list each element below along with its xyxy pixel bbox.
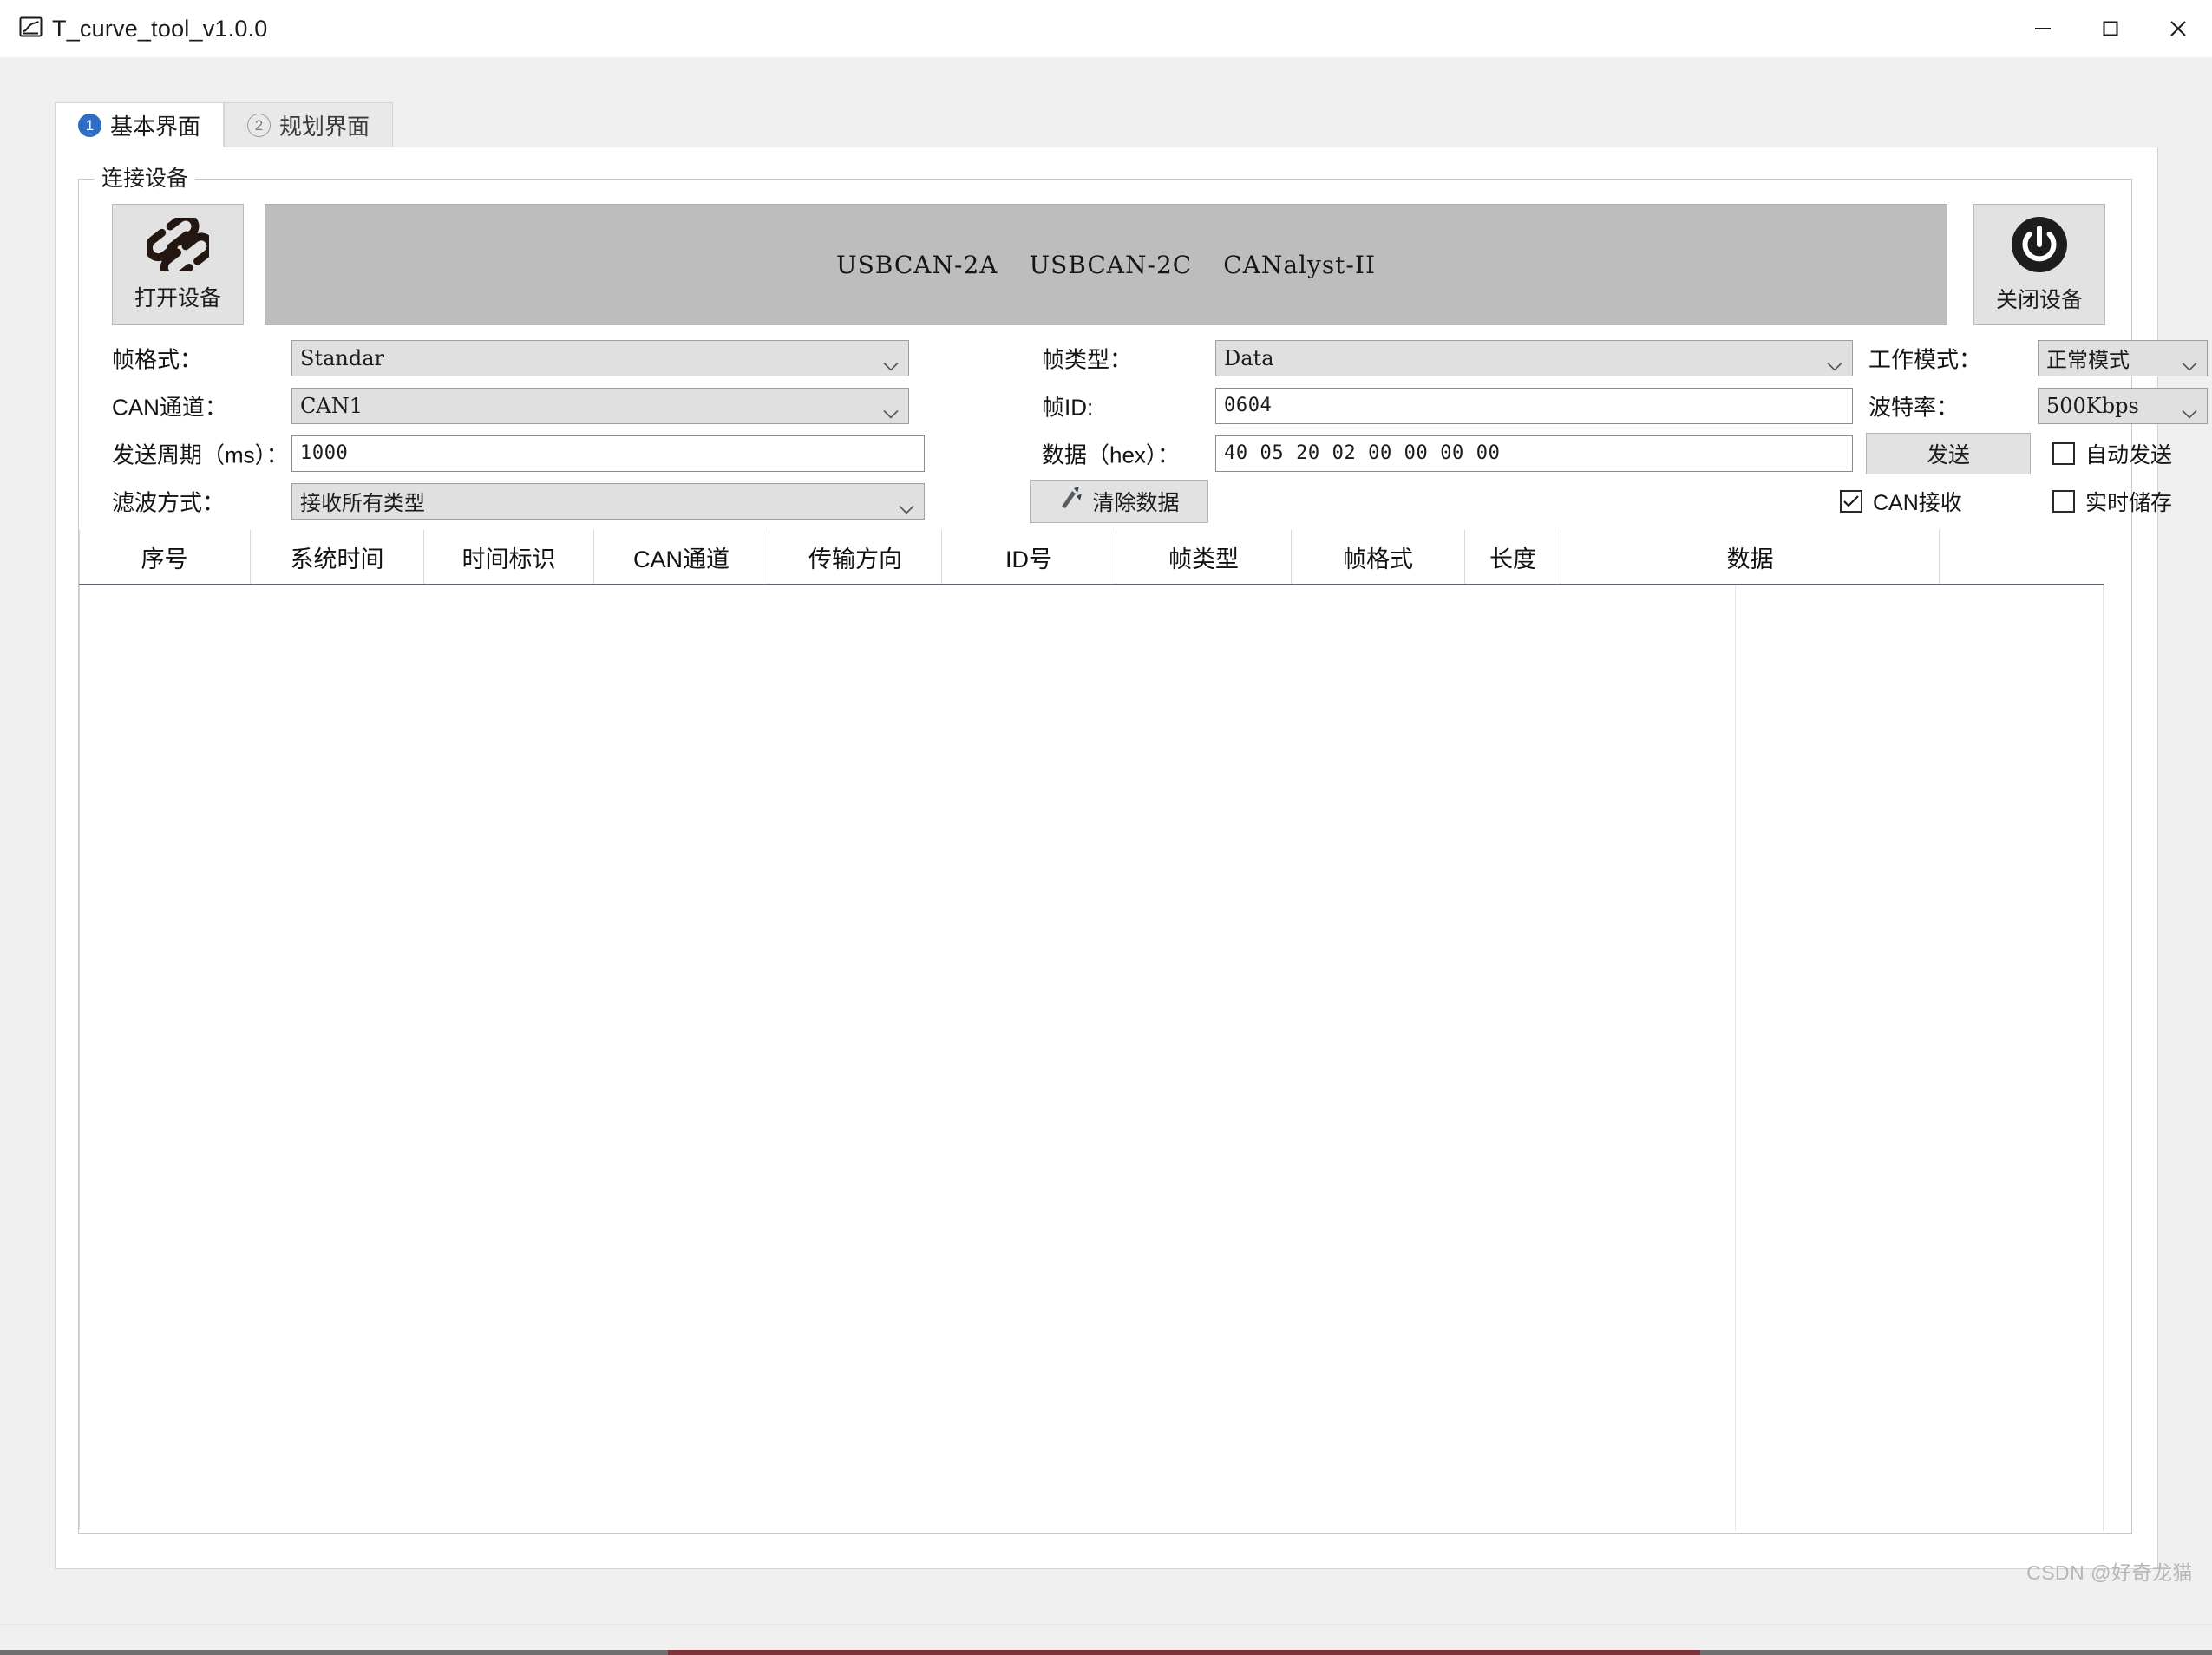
auto-send-label: 自动发送 bbox=[2085, 442, 2173, 468]
baud-rate-value: 500Kbps bbox=[2046, 393, 2139, 418]
table-header-row: 序号 系统时间 时间标识 CAN通道 传输方向 ID号 帧类型 帧格式 长度 数… bbox=[79, 530, 2104, 585]
device-model-2: CANalyst-II bbox=[1223, 250, 1377, 279]
tab-content-panel: 连接设备 打开设备 USBCAN-2A USBCAN-2C CANalyst-I… bbox=[55, 147, 2208, 1569]
frame-type-select[interactable]: Data bbox=[1215, 339, 1853, 376]
work-mode-select[interactable]: 正常模式 bbox=[2038, 339, 2208, 376]
work-mode-label: 工作模式： bbox=[1868, 346, 1982, 372]
frame-type-value: Data bbox=[1224, 345, 1274, 370]
baud-rate-label: 波特率： bbox=[1868, 394, 1960, 420]
table-header-timestamp[interactable]: 时间标识 bbox=[424, 530, 594, 584]
data-hex-value: 40 05 20 02 00 00 00 00 bbox=[1224, 442, 1501, 464]
form-row-2: CAN通道： CAN1 帧ID: 0604 波特率： 500Kbps bbox=[79, 382, 2208, 429]
realtime-save-checkbox[interactable]: 实时储存 bbox=[2052, 486, 2172, 517]
device-model-1: USBCAN-2C bbox=[1029, 250, 1193, 279]
chart-curve-icon bbox=[19, 16, 45, 41]
clear-data-label: 清除数据 bbox=[1092, 490, 1180, 515]
filter-mode-value: 接收所有类型 bbox=[300, 492, 425, 515]
frame-format-select[interactable]: Standar bbox=[291, 339, 909, 376]
title-bar: T_curve_tool_v1.0.0 bbox=[0, 0, 2212, 57]
title-bar-left: T_curve_tool_v1.0.0 bbox=[19, 16, 267, 43]
tab-badge-2: 2 bbox=[247, 114, 272, 137]
table-header-data[interactable]: 数据 bbox=[1561, 530, 1940, 584]
close-device-label: 关闭设备 bbox=[1995, 287, 2083, 312]
tab-badge-1: 1 bbox=[78, 114, 101, 137]
clear-data-button[interactable]: 清除数据 bbox=[1030, 479, 1208, 523]
send-button[interactable]: 发送 bbox=[1866, 432, 2031, 474]
can-receive-checkbox-box bbox=[1840, 489, 1862, 513]
configuration-form: 帧格式： Standar 帧类型： Data 工作模式： 正常模式 CAN通道：… bbox=[79, 334, 2208, 525]
chevron-down-icon bbox=[883, 353, 899, 371]
frame-format-value: Standar bbox=[300, 345, 384, 370]
device-model-banner: USBCAN-2A USBCAN-2C CANalyst-II bbox=[265, 204, 1947, 325]
frame-id-input[interactable]: 0604 bbox=[1215, 387, 1853, 424]
broom-icon bbox=[1058, 486, 1084, 516]
tab-planning-interface[interactable]: 2 规划界面 bbox=[224, 102, 394, 147]
can-receive-label: CAN接收 bbox=[1873, 490, 1962, 515]
filter-mode-select[interactable]: 接收所有类型 bbox=[291, 482, 925, 520]
close-device-button[interactable]: 关闭设备 bbox=[1973, 204, 2105, 325]
filter-mode-label: 滤波方式： bbox=[112, 489, 226, 515]
table-header-length[interactable]: 长度 bbox=[1465, 530, 1561, 584]
tab-basic-interface[interactable]: 1 基本界面 bbox=[55, 102, 225, 147]
chevron-down-icon bbox=[1827, 353, 1842, 371]
send-period-value: 1000 bbox=[300, 442, 349, 464]
can-receive-checkbox[interactable]: CAN接收 bbox=[1840, 486, 1962, 517]
send-period-label: 发送周期（ms）： bbox=[112, 442, 289, 468]
frame-id-value: 0604 bbox=[1224, 395, 1273, 416]
frame-format-label: 帧格式： bbox=[112, 346, 203, 372]
window-title: T_curve_tool_v1.0.0 bbox=[52, 15, 268, 42]
device-model-0: USBCAN-2A bbox=[835, 250, 998, 279]
connect-device-group: 连接设备 打开设备 USBCAN-2A USBCAN-2C CANalyst-I… bbox=[78, 161, 2208, 1534]
link-chain-icon bbox=[144, 213, 215, 281]
tab-label-basic: 基本界面 bbox=[110, 114, 201, 140]
can-channel-select[interactable]: CAN1 bbox=[291, 387, 909, 424]
realtime-save-checkbox-box bbox=[2052, 489, 2075, 513]
chevron-down-icon bbox=[2182, 401, 2197, 419]
open-device-label: 打开设备 bbox=[134, 285, 221, 311]
power-icon bbox=[2011, 216, 2068, 278]
tab-strip: 1 基本界面 2 规划界面 bbox=[55, 102, 394, 147]
auto-send-checkbox[interactable]: 自动发送 bbox=[2052, 438, 2172, 469]
chevron-down-icon bbox=[899, 496, 914, 514]
frame-id-label: 帧ID: bbox=[1042, 394, 1094, 420]
data-hex-label: 数据（hex）： bbox=[1042, 442, 1180, 468]
bottom-accent-bar bbox=[668, 1650, 1700, 1655]
frame-type-label: 帧类型： bbox=[1042, 346, 1133, 372]
tab-label-planning: 规划界面 bbox=[279, 114, 370, 140]
table-header-id[interactable]: ID号 bbox=[942, 530, 1116, 584]
table-body[interactable] bbox=[79, 585, 2104, 1531]
form-row-3: 发送周期（ms）： 1000 数据（hex）： 40 05 20 02 00 0… bbox=[79, 429, 2172, 477]
maximize-icon[interactable] bbox=[2077, 0, 2144, 57]
can-channel-label: CAN通道： bbox=[112, 394, 227, 420]
realtime-save-label: 实时储存 bbox=[2085, 490, 2173, 515]
table-header-frame-format[interactable]: 帧格式 bbox=[1292, 530, 1465, 584]
watermark: CSDN @好奇龙猫 bbox=[2026, 1561, 2193, 1584]
baud-rate-select[interactable]: 500Kbps bbox=[2038, 387, 2208, 424]
work-mode-value: 正常模式 bbox=[2046, 349, 2130, 372]
minimize-icon[interactable] bbox=[2009, 0, 2077, 57]
table-header-frame-type[interactable]: 帧类型 bbox=[1116, 530, 1292, 584]
table-header-direction[interactable]: 传输方向 bbox=[769, 530, 942, 584]
auto-send-checkbox-box bbox=[2052, 442, 2075, 465]
can-channel-value: CAN1 bbox=[300, 393, 363, 418]
send-period-input[interactable]: 1000 bbox=[291, 435, 925, 472]
send-button-label: 发送 bbox=[1926, 442, 1970, 468]
chevron-down-icon bbox=[2182, 353, 2197, 371]
group-title-connect-device: 连接设备 bbox=[95, 161, 196, 193]
form-row-4: 滤波方式： 接收所有类型 清除数据 CAN接收 实时储存 bbox=[79, 477, 2172, 525]
chevron-down-icon bbox=[883, 401, 899, 419]
data-hex-input[interactable]: 40 05 20 02 00 00 00 00 bbox=[1215, 435, 1853, 472]
close-icon[interactable] bbox=[2144, 0, 2212, 57]
window-controls bbox=[2009, 0, 2212, 57]
table-header-spacer bbox=[1940, 530, 2104, 584]
table-header-system-time[interactable]: 系统时间 bbox=[251, 530, 424, 584]
open-device-button[interactable]: 打开设备 bbox=[112, 204, 244, 325]
form-row-1: 帧格式： Standar 帧类型： Data 工作模式： 正常模式 bbox=[79, 334, 2208, 382]
application-window: T_curve_tool_v1.0.0 1 基本界面 2 规划界面 连接设备 打… bbox=[0, 0, 2212, 1624]
table-header-can-channel[interactable]: CAN通道 bbox=[594, 530, 769, 584]
table-header-seq[interactable]: 序号 bbox=[79, 530, 251, 584]
can-message-table: 序号 系统时间 时间标识 CAN通道 传输方向 ID号 帧类型 帧格式 长度 数… bbox=[79, 530, 2131, 1533]
